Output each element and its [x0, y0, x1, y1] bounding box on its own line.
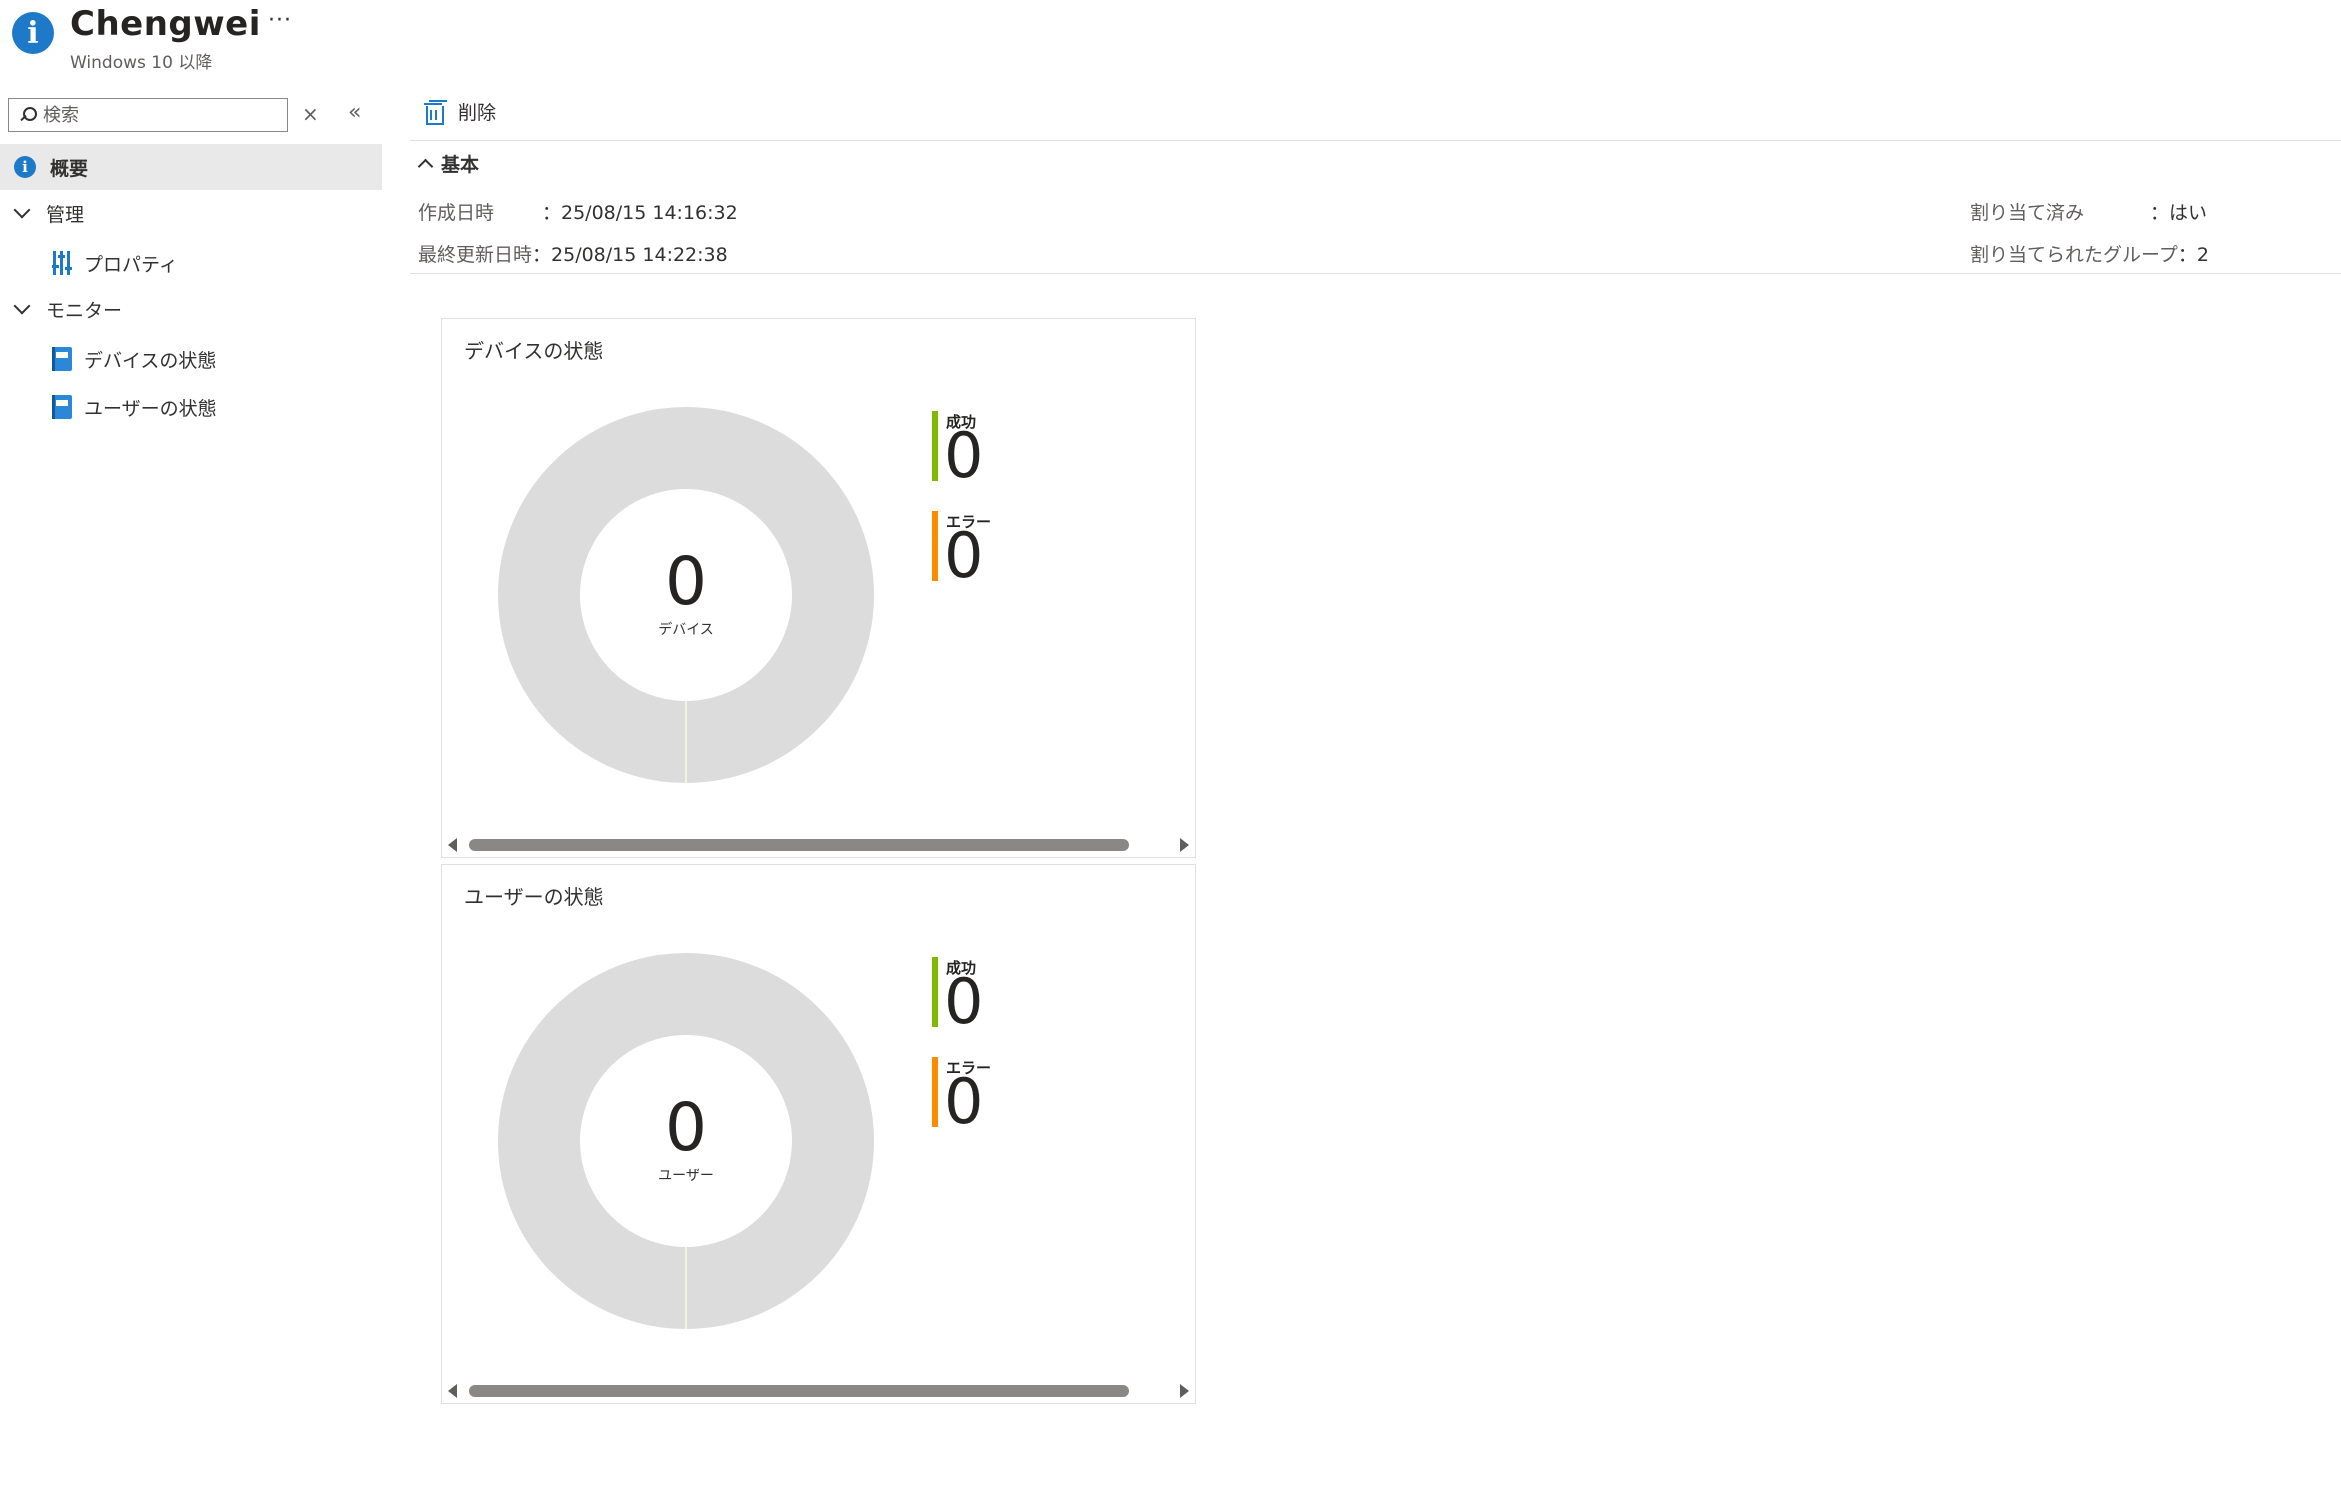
donut-center-value: 0 — [665, 543, 707, 620]
card-title: ユーザーの状態 — [464, 885, 604, 909]
collapse-sidebar-button[interactable]: « — [348, 100, 361, 125]
clear-search-button[interactable]: × — [302, 102, 319, 126]
sidebar-item-label: 概要 — [50, 157, 89, 180]
legend-value: 0 — [944, 1065, 984, 1138]
modified-property: 最終更新日時：25/08/15 14:22:38 — [418, 240, 728, 267]
essentials-divider — [410, 273, 2341, 274]
scroll-left-arrow-icon[interactable] — [448, 1384, 457, 1398]
groups-property: 割り当てられたグループ：2 — [1970, 240, 2209, 267]
sidebar-group-label: 管理 — [46, 203, 85, 226]
assigned-value: ：はい — [2150, 202, 2208, 224]
error-color-bar — [932, 1057, 938, 1127]
scrollbar-thumb[interactable] — [469, 1385, 1129, 1397]
scrollbar-thumb[interactable] — [469, 839, 1129, 851]
scroll-left-arrow-icon[interactable] — [448, 838, 457, 852]
error-color-bar — [932, 511, 938, 581]
sidebar-item-label: ユーザーの状態 — [84, 397, 217, 420]
book-icon — [52, 347, 72, 371]
legend-value: 0 — [944, 519, 984, 592]
success-color-bar — [932, 411, 938, 481]
modified-value: ：25/08/15 14:22:38 — [532, 244, 728, 266]
assigned-label: 割り当て済み — [1970, 202, 2085, 224]
more-options-button[interactable]: ··· — [268, 8, 292, 33]
card-title: デバイスの状態 — [464, 339, 604, 363]
scroll-right-arrow-icon[interactable] — [1180, 838, 1189, 852]
legend-value: 0 — [944, 419, 984, 492]
success-color-bar — [932, 957, 938, 1027]
chevron-down-icon — [13, 201, 31, 219]
search-input[interactable] — [43, 104, 273, 126]
sidebar-item-device-status[interactable]: デバイスの状態 — [0, 336, 382, 382]
book-icon — [52, 395, 72, 419]
properties-icon — [52, 251, 72, 275]
scroll-right-arrow-icon[interactable] — [1180, 1384, 1189, 1398]
sidebar-item-label: デバイスの状態 — [84, 349, 217, 372]
donut-center-unit: デバイス — [658, 622, 714, 638]
created-property: 作成日時 ：25/08/15 14:16:32 — [418, 198, 738, 225]
sidebar-item-label: プロパティ — [84, 253, 178, 276]
search-box[interactable] — [8, 98, 288, 132]
page-title: Chengwei — [70, 4, 261, 44]
sidebar-item-user-status[interactable]: ユーザーの状態 — [0, 384, 382, 430]
delete-button[interactable]: 削除 — [424, 98, 496, 125]
trash-icon — [424, 100, 444, 125]
page-subtitle: Windows 10 以降 — [70, 53, 213, 73]
legend-value: 0 — [944, 965, 984, 1038]
essentials-toggle[interactable]: 基本 — [417, 150, 480, 177]
chevron-down-icon — [13, 297, 31, 315]
created-label: 作成日時 — [418, 202, 495, 224]
sidebar-group-manage[interactable]: 管理 — [0, 190, 382, 236]
horizontal-scrollbar[interactable] — [442, 831, 1195, 857]
groups-label: 割り当てられたグループ — [1970, 244, 2178, 266]
delete-label: 削除 — [458, 102, 497, 124]
essentials-label: 基本 — [441, 154, 480, 176]
device-status-card[interactable]: デバイスの状態 0 デバイス 成功 0 エラー 0 — [441, 318, 1196, 858]
assigned-property: 割り当て済み ：はい — [1970, 198, 2207, 225]
sidebar-item-properties[interactable]: プロパティ — [0, 240, 382, 286]
horizontal-scrollbar[interactable] — [442, 1377, 1195, 1403]
sidebar-group-label: モニター — [46, 299, 123, 322]
toolbar-divider — [410, 140, 2341, 141]
user-status-card[interactable]: ユーザーの状態 0 ユーザー 成功 0 エラー 0 — [441, 864, 1196, 1404]
info-icon: i — [14, 156, 36, 178]
created-value: ：25/08/15 14:16:32 — [542, 202, 738, 224]
donut-center-unit: ユーザー — [658, 1168, 714, 1184]
groups-value: ：2 — [2177, 244, 2209, 266]
chevron-up-icon — [417, 158, 434, 175]
sidebar-group-monitor[interactable]: モニター — [0, 286, 382, 332]
modified-label: 最終更新日時 — [418, 244, 533, 266]
donut-center-value: 0 — [665, 1089, 707, 1166]
sidebar-item-overview[interactable]: i 概要 — [0, 144, 382, 190]
app-info-icon: i — [12, 12, 54, 54]
search-icon — [17, 105, 37, 125]
